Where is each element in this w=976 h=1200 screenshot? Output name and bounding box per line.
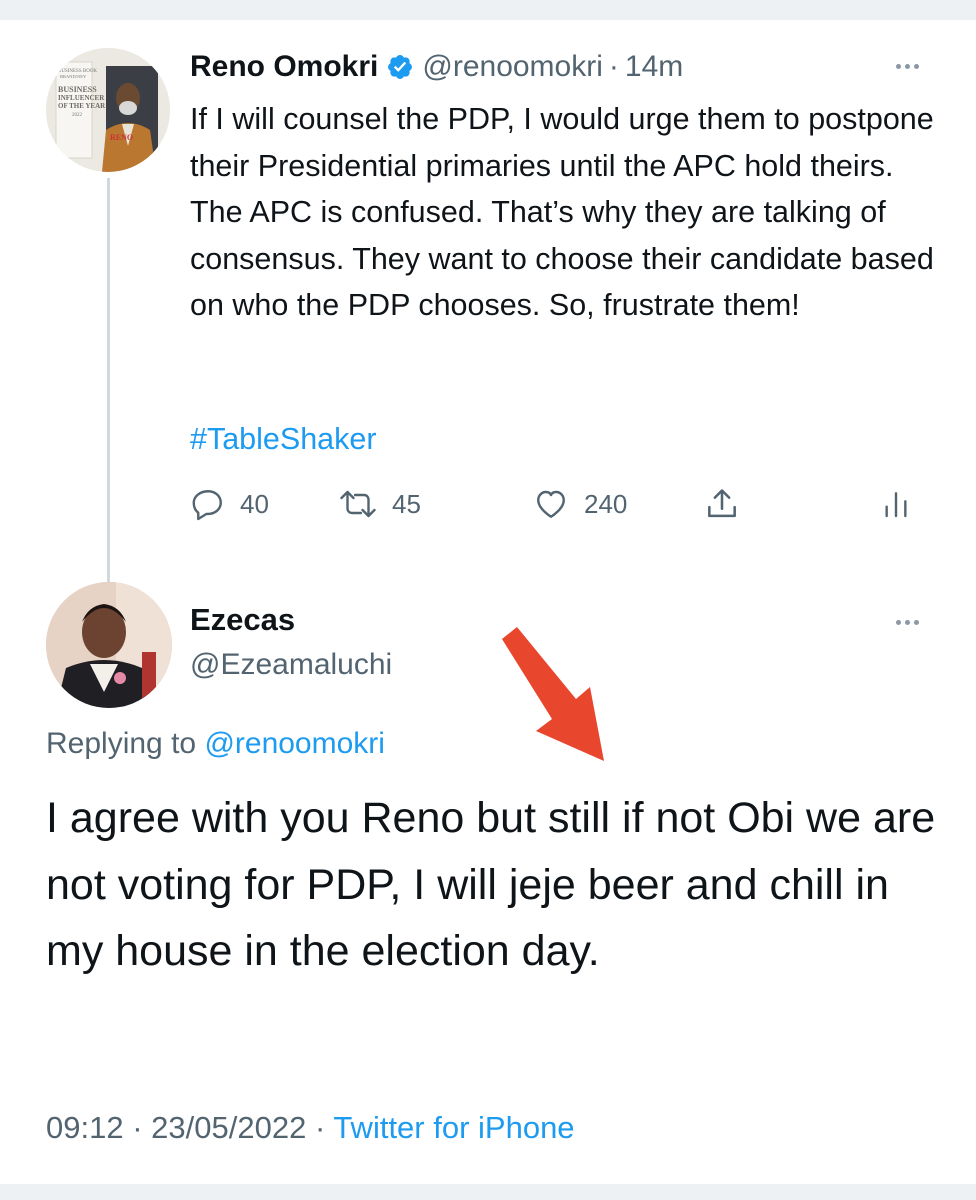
author-name[interactable]: Reno Omokri [190, 50, 378, 84]
reply-icon [192, 490, 222, 521]
top-band [0, 0, 976, 20]
like-count: 240 [584, 488, 628, 519]
annotation-arrow-icon [502, 627, 604, 761]
tweet-timestamp[interactable]: 14m [625, 50, 683, 84]
reply-count: 40 [240, 488, 269, 519]
bottom-band [0, 1184, 976, 1200]
tweet-source-link[interactable]: Twitter for iPhone [333, 1110, 574, 1145]
more-dot [905, 620, 910, 625]
reply-text: I agree with you Reno but still if not O… [46, 794, 936, 975]
avatar-caption-4: INFLUENCER [58, 94, 105, 102]
thread-connector-line [107, 178, 110, 586]
more-dot [896, 620, 901, 625]
reply-author-avatar[interactable] [46, 582, 172, 708]
time-separator: · [608, 50, 619, 83]
author-avatar-image: BUSINESS BOOK BRAND/NEY BUSINESS INFLUEN… [46, 48, 170, 172]
tweet-header: Reno Omokri @renoomokri · 14m [190, 47, 683, 87]
like-button[interactable]: 240 [532, 484, 627, 524]
more-dot [914, 64, 919, 69]
replying-to-line: Replying to @renoomokri [46, 727, 385, 761]
more-icon[interactable] [896, 64, 919, 69]
hashtag-link[interactable]: #TableShaker [190, 422, 377, 457]
like-icon [537, 490, 565, 518]
retweet-button[interactable]: 45 [338, 484, 421, 524]
reply-author-avatar-image [46, 582, 172, 708]
reply-author-handle[interactable]: @Ezeamaluchi [190, 648, 392, 682]
tweet-meta: 09:12 · 23/05/2022 · Twitter for iPhone [46, 1110, 575, 1146]
tweet-time: 09:12 [46, 1110, 124, 1145]
retweet-count: 45 [392, 488, 421, 519]
avatar-caption-7: RENO [110, 133, 133, 142]
analytics-button[interactable] [880, 484, 912, 524]
verified-badge-icon [388, 55, 413, 79]
share-button[interactable] [702, 484, 742, 524]
replying-to-label: Replying to [46, 727, 197, 760]
tweet-action-bar: 40 45 240 [190, 484, 920, 524]
tweet-text: If I will counsel the PDP, I would urge … [190, 102, 934, 322]
avatar-caption-6: 2022 [72, 113, 83, 118]
author-avatar[interactable]: BUSINESS BOOK BRAND/NEY BUSINESS INFLUEN… [46, 48, 170, 172]
meta-separator: · [132, 1110, 143, 1145]
tweet-date: 23/05/2022 [151, 1110, 307, 1145]
share-icon [708, 489, 736, 518]
more-dot [896, 64, 901, 69]
reply-author-name[interactable]: Ezecas [190, 602, 295, 638]
avatar-caption-5: OF THE YEAR [58, 102, 106, 110]
meta-separator: · [314, 1110, 326, 1145]
avatar-caption-3: BUSINESS [58, 85, 97, 94]
retweet-icon [340, 490, 376, 518]
avatar-caption-2: BRAND/NEY [60, 74, 87, 79]
author-handle[interactable]: @renoomokri [422, 50, 603, 84]
more-dot [905, 64, 910, 69]
replying-to-mention[interactable]: @renoomokri [204, 727, 385, 760]
more-dot [914, 620, 919, 625]
reply-button[interactable]: 40 [190, 484, 269, 524]
analytics-icon [885, 492, 907, 518]
reply-more-icon[interactable] [896, 620, 919, 625]
